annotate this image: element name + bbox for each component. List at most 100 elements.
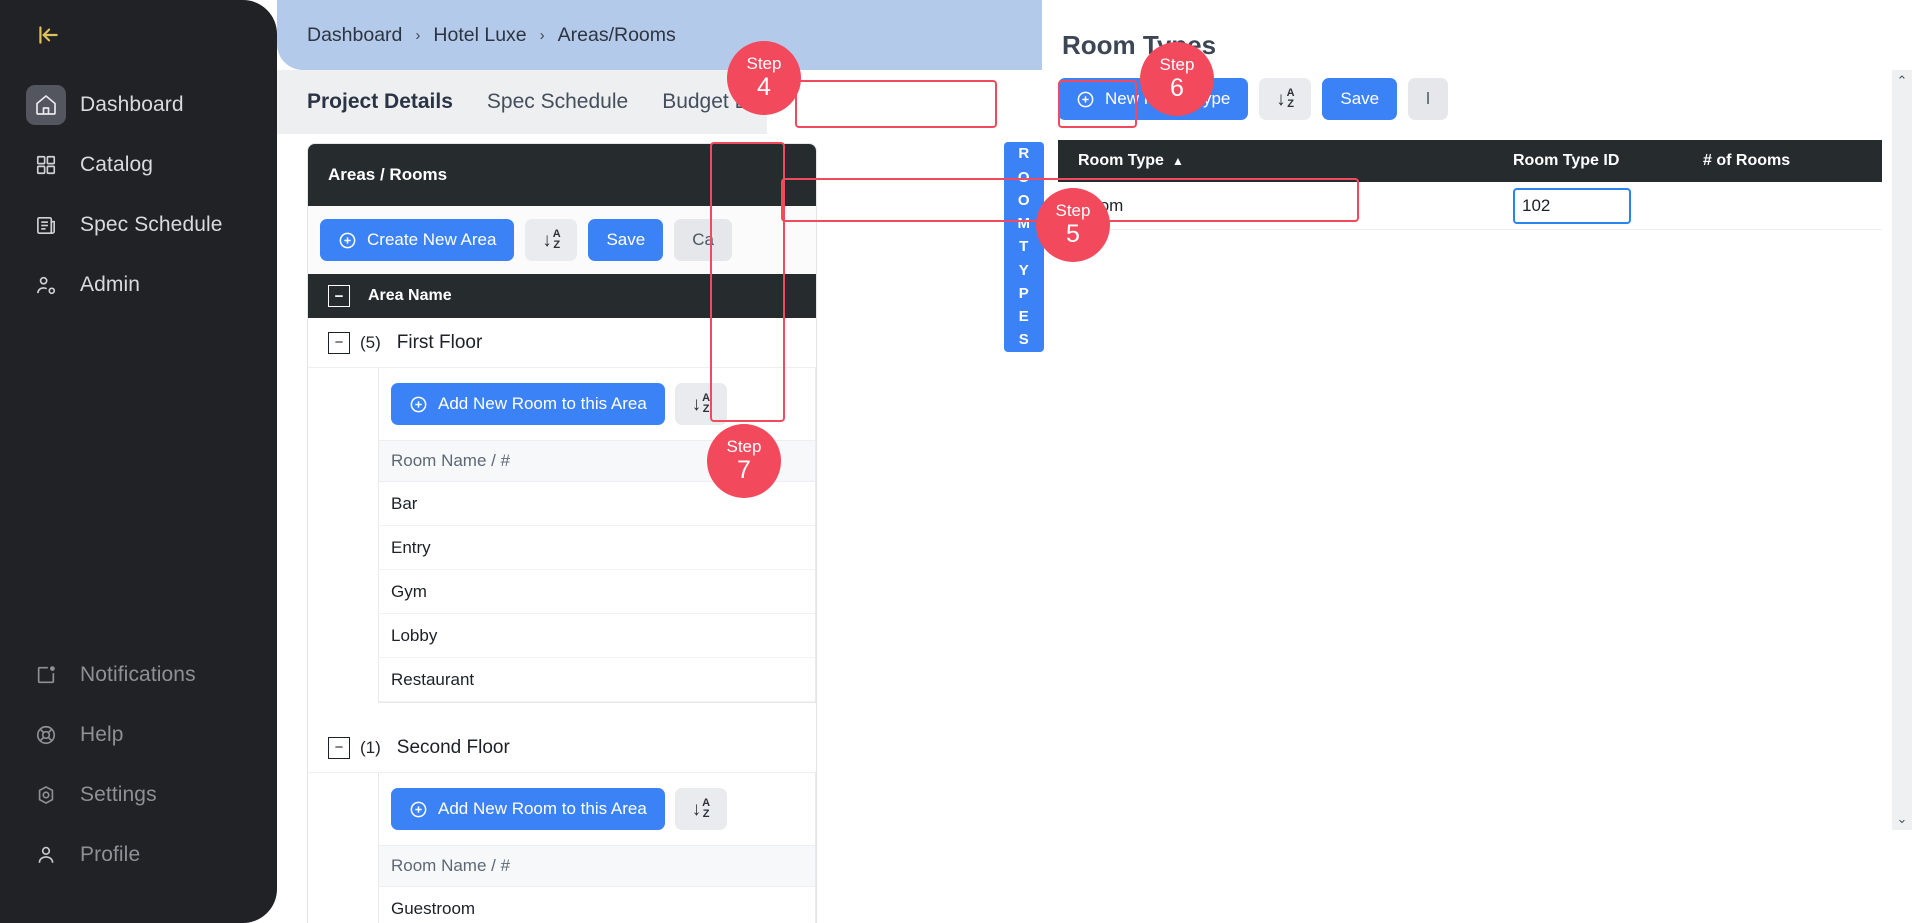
- area-rooms-toolbar: Add New Room to this Area ↓ A Z: [379, 773, 815, 845]
- room-types-cancel-button[interactable]: l: [1408, 78, 1448, 120]
- sidebar-item-admin[interactable]: Admin: [0, 255, 277, 315]
- sidebar-item-dashboard[interactable]: Dashboard: [0, 75, 277, 135]
- sidebar-item-label: Admin: [80, 273, 141, 296]
- tab-spec-schedule[interactable]: Spec Schedule: [487, 90, 628, 114]
- area-rooms-block: Add New Room to this Area ↓ A Z Room Name …: [378, 368, 816, 703]
- step-number: 7: [737, 455, 751, 484]
- room-types-toolbar: New Room Type ↓AZ Save l: [1058, 78, 1448, 120]
- collapse-panel-icon[interactable]: [31, 18, 65, 52]
- area-row[interactable]: − (1) Second Floor: [308, 723, 816, 773]
- plus-circle-icon: [1076, 90, 1095, 109]
- area-rooms-block: Add New Room to this Area ↓ A Z Room Name …: [378, 773, 816, 923]
- room-row[interactable]: Lobby: [379, 614, 815, 658]
- add-new-room-button[interactable]: Add New Room to this Area: [391, 788, 665, 830]
- sidebar-item-settings[interactable]: Settings: [0, 765, 277, 825]
- sidebar-item-label: Dashboard: [80, 93, 184, 116]
- tab-project-details[interactable]: Project Details: [307, 90, 453, 114]
- grid-icon: [26, 145, 66, 185]
- area-room-count: (5): [360, 332, 381, 352]
- collapse-all-toggle[interactable]: −: [328, 285, 350, 307]
- room-row[interactable]: Restaurant: [379, 658, 815, 702]
- step-word: Step: [1159, 54, 1195, 74]
- step-number: 6: [1170, 73, 1184, 102]
- plus-circle-icon: [409, 800, 428, 819]
- user-gear-icon: [26, 265, 66, 305]
- sort-az-icon: ↓ A Z: [542, 227, 561, 251]
- sidebar-item-help[interactable]: Help: [0, 705, 277, 765]
- room-row[interactable]: Entry: [379, 526, 815, 570]
- areas-cancel-button[interactable]: Ca: [674, 219, 732, 261]
- gear-icon: [26, 775, 66, 815]
- vertical-scrollbar[interactable]: ⌃ ⌄: [1892, 70, 1912, 830]
- breadcrumb-item-hotel-luxe[interactable]: Hotel Luxe: [433, 24, 526, 47]
- column-header-room-type[interactable]: Room Type ▲: [1058, 152, 1513, 170]
- area-collapse-toggle[interactable]: −: [328, 736, 350, 759]
- room-types-save-button[interactable]: Save: [1322, 78, 1398, 120]
- app-root: Dashboard Catalog Spec Schedule Admin No…: [0, 0, 1920, 923]
- room-types-sort-az-button[interactable]: ↓ A Z: [1259, 78, 1312, 120]
- create-new-area-button[interactable]: Create New Area: [320, 219, 515, 261]
- home-icon: [26, 85, 66, 125]
- step-badge-7: Step 7: [707, 424, 781, 498]
- area-row[interactable]: − (5) First Floor: [308, 318, 816, 368]
- bell-badge-icon: [26, 655, 66, 695]
- chevron-right-icon: ›: [415, 26, 421, 44]
- rooms-sort-az-button[interactable]: ↓ A Z: [674, 383, 727, 425]
- sidebar-item-catalog[interactable]: Catalog: [0, 135, 277, 195]
- step-badge-5: Step 5: [1036, 188, 1110, 262]
- room-types-table: Room Type ▲ Room Type ID # of Rooms Room: [1058, 140, 1882, 230]
- cell-room-type: Room: [1058, 196, 1513, 216]
- column-header-area-name: Area Name: [368, 287, 452, 304]
- column-header-num-rooms[interactable]: # of Rooms: [1703, 152, 1882, 170]
- plus-circle-icon: [338, 231, 357, 250]
- sort-az-icon: ↓ A Z: [691, 796, 711, 820]
- areas-rooms-toolbar: Create New Area ↓ A Z Save Ca: [308, 206, 816, 274]
- area-collapse-toggle[interactable]: −: [328, 331, 350, 354]
- area-room-count: (1): [360, 737, 381, 757]
- step-word: Step: [726, 436, 762, 456]
- areas-table-header: − Area Name: [308, 274, 816, 318]
- room-row[interactable]: Guestroom: [379, 887, 815, 923]
- step-number: 5: [1066, 219, 1080, 248]
- sidebar-item-label: Spec Schedule: [80, 213, 223, 236]
- step-number: 4: [757, 72, 771, 101]
- sidebar-nav-secondary: Notifications Help Settings Profile: [0, 645, 277, 885]
- add-new-room-button[interactable]: Add New Room to this Area: [391, 383, 665, 425]
- document-icon: [26, 205, 66, 245]
- areas-save-button[interactable]: Save: [588, 219, 664, 261]
- sidebar-item-spec-schedule[interactable]: Spec Schedule: [0, 195, 277, 255]
- breadcrumb-item-dashboard[interactable]: Dashboard: [307, 24, 402, 47]
- areas-sort-az-button[interactable]: ↓ A Z: [525, 219, 578, 261]
- sidebar-item-profile[interactable]: Profile: [0, 825, 277, 885]
- scroll-down-icon[interactable]: ⌄: [1897, 808, 1908, 830]
- column-header-room-type-id[interactable]: Room Type ID: [1513, 152, 1703, 170]
- room-types-panel: Room Types New Room Type ↓AZ Save: [1042, 0, 1920, 923]
- sort-az-icon: ↓ A Z: [1276, 86, 1295, 110]
- room-types-vertical-tab[interactable]: R OO MT YP ES: [1004, 142, 1044, 352]
- scroll-up-icon[interactable]: ⌃: [1897, 70, 1908, 92]
- cell-room-type-id: [1513, 187, 1703, 224]
- room-row[interactable]: Gym: [379, 570, 815, 614]
- sort-ascending-icon: ▲: [1171, 154, 1184, 168]
- step-word: Step: [746, 53, 782, 73]
- add-new-room-label: Add New Room to this Area: [438, 394, 647, 413]
- sort-az-icon: ↓ A Z: [691, 391, 711, 415]
- sidebar: Dashboard Catalog Spec Schedule Admin No…: [0, 0, 277, 923]
- main-content: Dashboard › Hotel Luxe › Areas/Rooms Pro…: [277, 0, 1920, 923]
- room-type-id-input[interactable]: [1513, 187, 1631, 224]
- room-types-table-header: Room Type ▲ Room Type ID # of Rooms: [1058, 140, 1882, 182]
- room-types-vertical-tab-label: R: [1018, 145, 1030, 163]
- project-tabs: Project Details Spec Schedule Budget Bu: [277, 70, 767, 134]
- step-badge-6: Step 6: [1140, 42, 1214, 116]
- sidebar-item-notifications[interactable]: Notifications: [0, 645, 277, 705]
- area-name-label: First Floor: [396, 331, 483, 353]
- areas-rooms-panel-title: Areas / Rooms: [308, 144, 816, 206]
- rooms-sort-az-button[interactable]: ↓ A Z: [674, 788, 727, 830]
- sidebar-item-label: Settings: [80, 783, 157, 806]
- breadcrumb-item-areas-rooms[interactable]: Areas/Rooms: [558, 24, 676, 47]
- plus-circle-icon: [409, 395, 428, 414]
- step-badge-4: Step 4: [727, 41, 801, 115]
- column-header-room-type-label: Room Type: [1078, 152, 1164, 169]
- person-icon: [26, 835, 66, 875]
- table-row[interactable]: Room: [1058, 182, 1882, 230]
